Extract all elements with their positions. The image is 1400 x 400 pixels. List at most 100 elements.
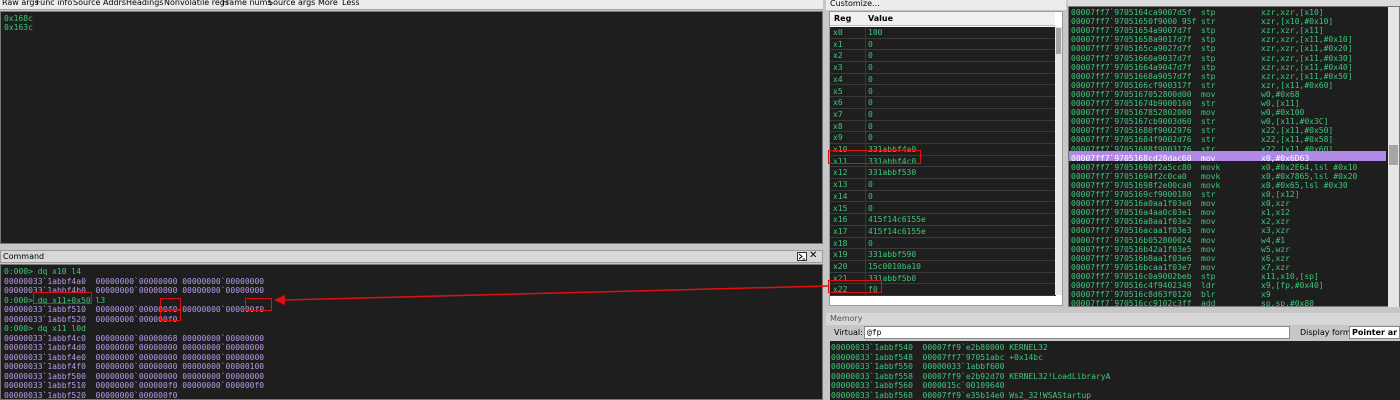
disasm-bytes: d28dac60 xyxy=(1153,153,1192,163)
register-row[interactable]: x8 0 xyxy=(830,120,1056,133)
toolbar-nonvolatile-regs[interactable]: Nonvolatile regs xyxy=(164,0,229,8)
disasm-opcode: str xyxy=(1201,190,1216,199)
toolbar-raw-args[interactable]: Raw args xyxy=(2,0,39,8)
disasm-opcode: mov xyxy=(1201,199,1216,209)
register-value[interactable]: 415f14c6155e xyxy=(868,227,926,236)
toolbar-headings[interactable]: Headings xyxy=(126,0,163,8)
toolbar-addrs[interactable]: Addrs xyxy=(103,0,126,8)
disasm-opcode: stp xyxy=(1201,53,1216,63)
console-icon[interactable] xyxy=(797,252,807,261)
register-value[interactable]: 15c0010ba10 xyxy=(868,262,921,271)
register-value[interactable]: 100 xyxy=(868,28,882,37)
toolbar-source-args[interactable]: Source args xyxy=(268,0,315,8)
register-name: x8 xyxy=(833,121,843,131)
register-value[interactable]: 0 xyxy=(868,239,873,248)
register-name: x9 xyxy=(833,133,843,143)
command-line: 00000033`1abbf520 00000000`000000f0 xyxy=(4,390,178,400)
memory-line: 00000033`1abbf560 0000015c`00109640 xyxy=(831,381,1005,390)
memory-pane[interactable]: 00000033`1abbf540 00007ff9`e2b80000 KERN… xyxy=(830,341,1400,400)
disasm-operands: x11,x10,[sp] xyxy=(1261,271,1319,281)
disasm-bytes: d63f0120 xyxy=(1153,290,1192,300)
register-row[interactable]: x17 415f14c6155e xyxy=(830,225,1056,238)
register-value[interactable]: 415f14c6155e xyxy=(868,215,926,224)
register-row[interactable]: x7 0 xyxy=(830,108,1056,121)
disasm-operands: x0,[x12] xyxy=(1261,190,1300,199)
disasm-address: 00007ff7`97051670 xyxy=(1071,89,1153,99)
register-row[interactable]: x0 100 xyxy=(830,27,1056,39)
register-value[interactable]: 0 xyxy=(868,75,873,84)
disasm-address: 00007ff7`97051684 xyxy=(1071,135,1153,145)
close-icon[interactable]: ✕ xyxy=(809,251,819,261)
disasm-operands: xzr,xzr,[x11,#0x20] xyxy=(1261,44,1353,54)
register-value[interactable]: 0 xyxy=(868,180,873,189)
register-value[interactable]: 0 xyxy=(868,63,873,72)
disassembly-scrollbar-thumb[interactable] xyxy=(1389,145,1398,165)
register-row[interactable]: x15 0 xyxy=(830,202,1056,215)
register-row[interactable]: x19 331abbf590 xyxy=(830,249,1056,261)
register-row[interactable]: x1 0 xyxy=(830,38,1056,51)
register-name: x6 xyxy=(833,98,843,108)
register-row[interactable]: x3 0 xyxy=(830,62,1056,74)
register-row[interactable]: x2 0 xyxy=(830,50,1056,63)
register-row[interactable]: x12 331abbf530 xyxy=(830,167,1056,180)
register-row[interactable]: x5 0 xyxy=(830,85,1056,98)
disasm-operands: xzr,xzr,[x11,#0x40] xyxy=(1261,62,1353,72)
register-row[interactable]: x9 0 xyxy=(830,132,1056,144)
register-value[interactable]: 0 xyxy=(868,110,873,119)
register-value[interactable]: 0 xyxy=(868,98,873,107)
annotation-box-command xyxy=(33,292,92,304)
register-value[interactable]: 0 xyxy=(868,40,873,49)
register-row[interactable]: x6 0 xyxy=(830,97,1056,109)
customize-button[interactable]: Customize... xyxy=(830,0,880,10)
annotation-box-x11 xyxy=(828,150,921,164)
disasm-opcode: mov xyxy=(1201,208,1216,218)
toolbar-source[interactable]: Source xyxy=(73,0,100,8)
disasm-operands: x0,#0x65,lsl #0x30 xyxy=(1261,180,1348,190)
disasm-address: 00007ff7`97051688 xyxy=(1071,144,1153,154)
register-row[interactable]: x4 0 xyxy=(830,73,1056,86)
disasm-bytes: a9047d7f xyxy=(1153,62,1192,72)
virtual-address-input[interactable]: @fp xyxy=(864,326,1290,339)
register-row[interactable]: x13 0 xyxy=(830,179,1056,191)
display-format-select[interactable]: Pointer ar xyxy=(1349,326,1400,339)
disasm-opcode: mov xyxy=(1201,244,1216,254)
disasm-operands: w5,wzr xyxy=(1261,244,1290,254)
registers-scrollbar[interactable] xyxy=(1055,27,1062,295)
disasm-opcode: mov xyxy=(1201,253,1216,263)
disasm-bytes: aa1f03e0 xyxy=(1153,199,1192,209)
register-row[interactable]: x18 0 xyxy=(830,237,1056,250)
memory-window-title: Memory xyxy=(830,314,863,323)
stack-pane[interactable]: 0x168c 0x163c xyxy=(0,11,823,244)
register-name: x4 xyxy=(833,74,843,84)
register-value[interactable]: 0 xyxy=(868,204,873,213)
column-header-reg[interactable]: Reg xyxy=(834,14,851,23)
disasm-address: 00007ff7`970516b0 xyxy=(1071,235,1153,245)
disasm-address: 00007ff7`970516c0 xyxy=(1071,271,1153,281)
register-row[interactable]: x20 15c0010ba10 xyxy=(830,261,1056,273)
register-value[interactable]: 0 xyxy=(868,133,873,142)
toolbar-more[interactable]: More xyxy=(318,0,338,8)
disasm-opcode: stp xyxy=(1201,8,1216,17)
disasm-bytes: f2a5cc80 xyxy=(1153,162,1192,172)
toolbar-func-info[interactable]: Func info xyxy=(36,0,72,8)
register-value[interactable]: 331abbf590 xyxy=(868,250,916,259)
disasm-operands: w0,#0x68 xyxy=(1261,89,1300,99)
toolbar-less[interactable]: Less xyxy=(342,0,360,8)
register-value[interactable]: 0 xyxy=(868,51,873,60)
register-value[interactable]: 0 xyxy=(868,87,873,96)
disasm-address: 00007ff7`97051660 xyxy=(1071,53,1153,63)
register-value[interactable]: 0 xyxy=(868,122,873,131)
register-row[interactable]: x16 415f14c6155e xyxy=(830,214,1056,226)
register-row[interactable]: x14 0 xyxy=(830,190,1056,203)
register-name: x16 xyxy=(833,215,848,225)
toolbar-frame-nums[interactable]: Frame nums xyxy=(222,0,272,8)
register-value[interactable]: 331abbf530 xyxy=(868,168,916,177)
command-output-pane[interactable]: 0:000> dq x10 l4 00000033`1abbf4a0 00000… xyxy=(0,264,823,400)
registers-scrollbar-thumb[interactable] xyxy=(1056,28,1061,54)
disasm-bytes: aa1f03e7 xyxy=(1153,262,1192,272)
disasm-operands: xzr,xzr,[x11] xyxy=(1261,26,1324,36)
disasm-bytes: aa1f03e6 xyxy=(1153,253,1192,263)
register-value[interactable]: 0 xyxy=(868,192,873,201)
annotation-box-value-3 xyxy=(160,309,181,321)
column-header-value[interactable]: Value xyxy=(868,14,893,23)
